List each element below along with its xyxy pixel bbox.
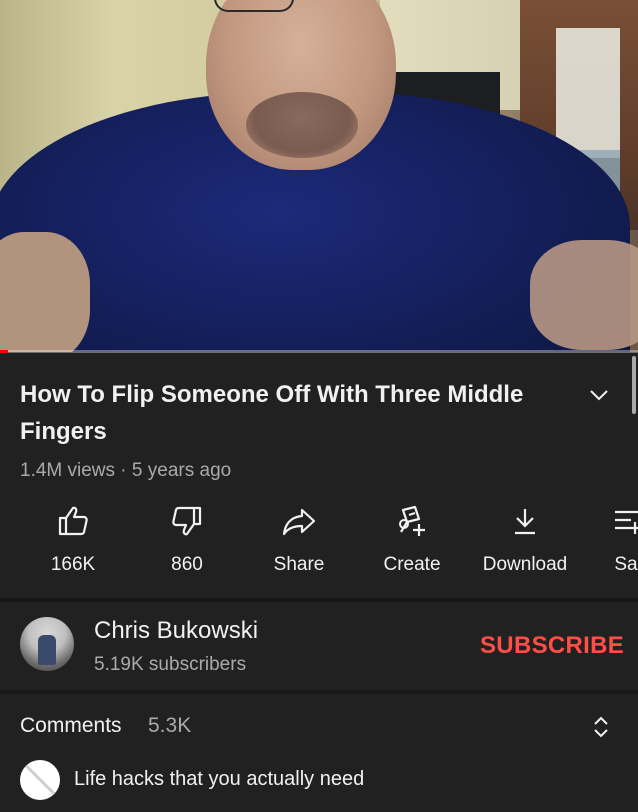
subscribe-button[interactable]: SUBSCRIBE [480, 632, 624, 660]
expand-icon[interactable] [590, 714, 612, 740]
save-icon [615, 510, 638, 534]
action-bar: 166K 860 Share Create Download Sa [0, 502, 638, 584]
share-label: Share [273, 554, 325, 575]
divider [0, 598, 638, 602]
video-meta: 1.4M views · 5 years ago [20, 460, 232, 481]
download-icon [515, 509, 535, 535]
create-button[interactable]: Create [357, 502, 467, 576]
share-icon [282, 508, 316, 536]
dislike-count: 860 [171, 554, 203, 575]
comments-count: 5.3K [148, 714, 192, 737]
video-title[interactable]: How To Flip Someone Off With Three Middl… [20, 376, 580, 450]
video-background-window [556, 28, 620, 158]
subscriber-count: 5.19K subscribers [94, 654, 247, 675]
channel-name[interactable]: Chris Bukowski [94, 617, 258, 645]
video-progress-fill [0, 350, 8, 353]
scrollbar[interactable] [632, 356, 636, 414]
video-person-arm-left [0, 232, 90, 352]
like-button[interactable]: 166K [18, 502, 128, 576]
comments-label[interactable]: Comments [20, 714, 122, 738]
chevron-down-icon[interactable] [587, 384, 611, 406]
top-comment-text[interactable]: Life hacks that you actually need [74, 768, 364, 791]
download-button[interactable]: Download [470, 502, 580, 576]
like-count: 166K [50, 554, 96, 575]
save-button[interactable]: Sa [571, 502, 638, 576]
video-person-arm-right [530, 240, 638, 350]
avatar-figure [38, 635, 56, 665]
video-person-beard [246, 92, 358, 158]
divider [0, 690, 638, 694]
dislike-button[interactable]: 860 [132, 502, 242, 576]
comment-avatar [20, 760, 60, 800]
thumbs-down-icon [172, 506, 202, 536]
thumbs-up-icon [58, 506, 88, 536]
video-progress-bar[interactable] [0, 350, 638, 353]
video-person-glasses [214, 0, 294, 12]
video-player[interactable] [0, 0, 638, 352]
save-label: Sa [614, 554, 638, 575]
download-label: Download [482, 554, 568, 575]
share-button[interactable]: Share [244, 502, 354, 576]
channel-avatar[interactable] [20, 617, 74, 671]
create-icon [399, 505, 425, 536]
create-label: Create [383, 554, 441, 575]
